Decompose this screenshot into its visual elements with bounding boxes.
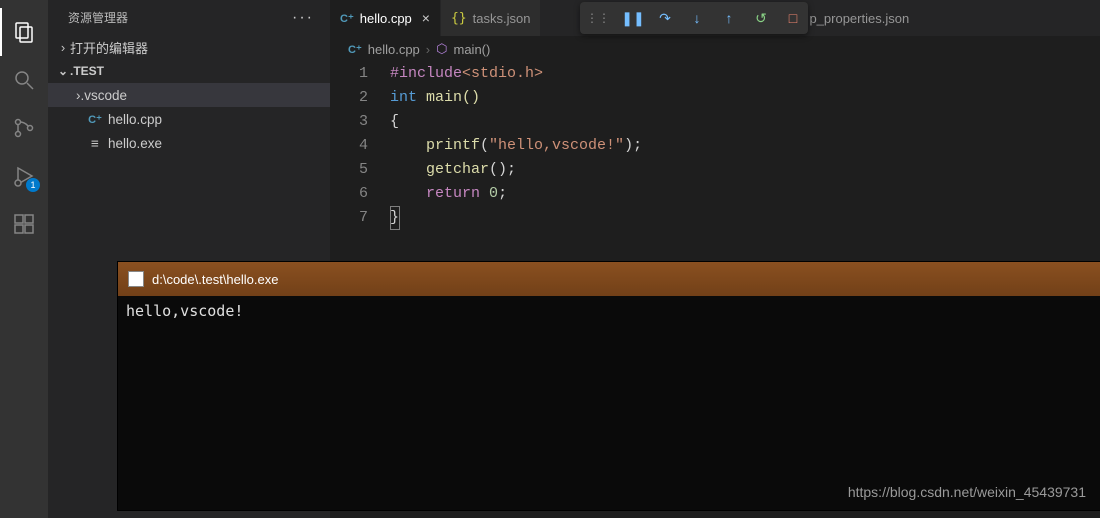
tab-label: p_properties.json (809, 11, 909, 26)
cpp-file-icon: C⁺ (348, 43, 362, 56)
tab-hello-cpp[interactable]: C⁺ hello.cpp × (330, 0, 441, 36)
pause-icon[interactable]: ❚❚ (624, 9, 642, 27)
search-icon[interactable] (0, 56, 48, 104)
chevron-right-icon: › (56, 40, 70, 55)
exe-file-icon: ≡ (86, 136, 104, 151)
watermark: https://blog.csdn.net/weixin_45439731 (848, 484, 1086, 500)
debug-toolbar[interactable]: ⋮⋮ ❚❚ ↷ ↓ ↑ ↺ □ (580, 2, 808, 34)
code-content[interactable]: #include<stdio.h> int main() { printf("h… (386, 62, 1100, 230)
step-out-icon[interactable]: ↑ (720, 9, 738, 27)
run-debug-icon[interactable]: 1 (0, 152, 48, 200)
chevron-right-icon: › (426, 42, 430, 57)
chevron-down-icon: ⌄ (56, 64, 70, 78)
restart-icon[interactable]: ↺ (752, 9, 770, 27)
tree-item-label: hello.exe (108, 136, 162, 151)
stop-icon[interactable]: □ (784, 9, 802, 27)
activity-bar: 1 (0, 0, 48, 518)
source-control-icon[interactable] (0, 104, 48, 152)
breadcrumb-symbol: main() (454, 42, 491, 57)
step-over-icon[interactable]: ↷ (656, 9, 674, 27)
sidebar-title: 资源管理器 (68, 9, 128, 26)
cpp-file-icon: C⁺ (86, 113, 104, 126)
code-editor[interactable]: 1 2 3 4 5 6 7 #include<stdio.h> int main… (330, 62, 1100, 230)
cpp-file-icon: C⁺ (340, 12, 354, 25)
folder-section[interactable]: ⌄ .TEST (48, 59, 330, 83)
tree-folder-vscode[interactable]: › .vscode (48, 83, 330, 107)
close-icon[interactable]: × (422, 10, 430, 26)
console-line: hello,vscode! (126, 302, 243, 320)
tab-label: hello.cpp (360, 11, 412, 26)
console-output: hello,vscode! (118, 296, 1100, 326)
open-editors-section[interactable]: › 打开的编辑器 (48, 35, 330, 59)
open-editors-label: 打开的编辑器 (70, 38, 148, 57)
tree-file-hello-exe[interactable]: ≡ hello.exe (48, 131, 330, 155)
drag-handle-icon[interactable]: ⋮⋮ (586, 11, 610, 25)
folder-label: .TEST (70, 64, 104, 78)
extensions-icon[interactable] (0, 200, 48, 248)
symbol-icon: ⬡ (436, 41, 447, 57)
breadcrumb-file: hello.cpp (368, 42, 420, 57)
tree-file-hello-cpp[interactable]: C⁺ hello.cpp (48, 107, 330, 131)
console-title-text: d:\code\.test\hello.exe (152, 272, 278, 287)
explorer-icon[interactable] (0, 8, 48, 56)
tree-item-label: .vscode (81, 88, 128, 103)
breadcrumb[interactable]: C⁺ hello.cpp › ⬡ main() (330, 36, 1100, 62)
sidebar-header: 资源管理器 ··· (48, 0, 330, 35)
step-into-icon[interactable]: ↓ (688, 9, 706, 27)
console-window[interactable]: d:\code\.test\hello.exe hello,vscode! ht… (118, 262, 1100, 510)
debug-badge: 1 (26, 178, 40, 192)
tab-label: tasks.json (473, 11, 531, 26)
tab-tasks-json[interactable]: {} tasks.json (441, 0, 541, 36)
more-icon[interactable]: ··· (292, 9, 314, 27)
console-app-icon (128, 271, 144, 287)
console-titlebar[interactable]: d:\code\.test\hello.exe (118, 262, 1100, 296)
line-gutter: 1 2 3 4 5 6 7 (330, 62, 386, 230)
json-file-icon: {} (451, 11, 467, 26)
tree-item-label: hello.cpp (108, 112, 162, 127)
